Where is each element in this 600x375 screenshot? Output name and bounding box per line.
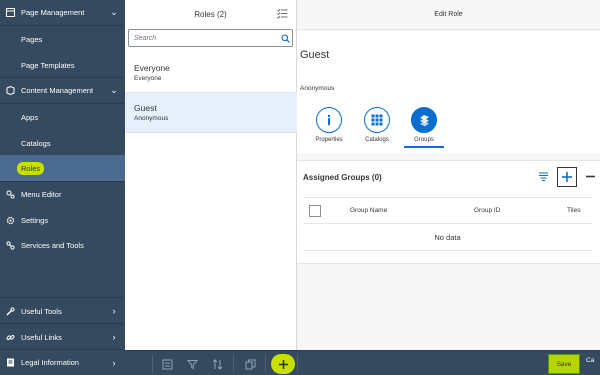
filter-icon[interactable] [184,356,200,372]
table-header: Group Name Group ID Tiles [303,197,592,224]
groups-icon [411,107,437,133]
nav-page-management[interactable]: Page Management ⌄ [0,0,125,26]
no-data-message: No data [303,224,592,251]
save-button[interactable]: Save [548,354,580,374]
assigned-groups-title: Assigned Groups (0) [303,173,382,182]
grid-icon [364,107,390,133]
chevron-right-icon[interactable]: › [109,306,119,316]
nav-useful-tools[interactable]: Useful Tools › [0,298,125,324]
object-header: Guest Anonymous Properties Catalogs Grou… [297,31,600,153]
tab-label: Properties [315,137,343,143]
nav-label: Roles [17,161,45,175]
search-field [128,29,293,47]
chevron-down-icon[interactable]: ⌄ [109,85,119,96]
gear-icon [5,215,15,225]
list-item-guest[interactable]: Guest Anonymous [125,93,297,133]
footer-toolbar: Save Ca [125,350,600,375]
list-item-title: Guest [134,103,157,113]
tab-label: Groups [414,137,434,143]
add-role-button[interactable] [271,354,295,374]
nav-label: Pages [21,34,43,44]
chevron-down-icon[interactable]: ⌄ [109,7,119,18]
chevron-right-icon[interactable]: › [109,332,119,342]
divider [152,355,153,372]
nav-label: Menu Editor [21,189,62,199]
nav-menu-editor[interactable]: Menu Editor [0,181,125,207]
tab-indicator [357,146,397,148]
list-item-description: Everyone [134,75,162,82]
link-icon [5,332,15,342]
master-header: Roles (2) [125,0,296,28]
tab-properties[interactable]: Properties [309,107,349,148]
nav-settings[interactable]: Settings [0,207,125,233]
column-group-name[interactable]: Group Name [350,207,387,214]
page-management-icon [5,8,15,18]
divider [265,355,266,372]
search-icon[interactable] [278,33,292,43]
nav-useful-links[interactable]: Useful Links › [0,324,125,350]
sort-ascending-descending-icon[interactable] [209,356,225,372]
nav-page-templates[interactable]: Page Templates [0,52,125,78]
remove-group-button[interactable] [585,171,596,184]
nav-roles[interactable]: Roles [0,155,125,181]
master-title: Roles (2) [194,9,227,19]
tab-catalogs[interactable]: Catalogs [357,107,397,148]
nav-legal-information[interactable]: Legal Information › [0,350,125,375]
nav-label: Useful Tools [21,306,62,316]
nav-apps[interactable]: Apps [0,104,125,130]
nav-label: Catalogs [21,138,51,148]
sort-icon[interactable] [538,171,549,184]
list-view-icon[interactable] [159,356,175,372]
nav-catalogs[interactable]: Catalogs [0,130,125,156]
detail-header: Edit Role [297,0,600,30]
nav-label: Useful Links [21,332,62,342]
divider [297,355,298,372]
column-group-id[interactable]: Group ID [474,207,500,214]
nav-pages[interactable]: Pages [0,26,125,52]
tab-indicator [309,146,349,148]
nav-label: Settings [21,215,49,225]
nav-content-management[interactable]: Content Management ⌄ [0,78,125,104]
nav-label: Apps [21,112,39,122]
list-item-description: Anonymous [134,115,169,122]
search-input[interactable] [129,34,278,42]
content-management-icon [5,86,15,96]
list-item-title: Everyone [134,63,170,73]
assigned-groups-panel: Assigned Groups (0) Group Name Group ID … [297,160,600,264]
nav-label: Page Management [21,8,85,17]
chevron-right-icon[interactable]: › [109,358,119,368]
tab-label: Catalogs [365,137,389,143]
role-subtitle: Anonymous [300,85,335,92]
nav-label: Page Templates [21,60,75,70]
role-title: Guest [300,49,330,61]
nav-services-and-tools[interactable]: Services and Tools [0,232,125,258]
nav-label: Legal Information [21,358,79,367]
menu-editor-icon [5,189,15,199]
nav-label: Services and Tools [21,240,84,250]
multi-select-icon[interactable] [277,8,288,21]
divider [233,355,234,372]
select-all-checkbox[interactable] [309,204,321,217]
tab-groups[interactable]: Groups [404,107,444,148]
add-group-button[interactable] [557,167,577,187]
copy-icon[interactable] [242,356,258,372]
services-icon [5,240,15,250]
column-tiles[interactable]: Tiles [567,207,580,214]
info-icon [316,107,342,133]
cancel-button[interactable]: Ca [586,357,594,364]
detail-header-title: Edit Role [434,11,463,18]
roles-master-list: Roles (2) Everyone Everyone Guest Anonym… [125,0,297,350]
legal-icon [5,358,15,368]
nav-label: Content Management [21,86,94,95]
wrench-icon [5,306,15,316]
left-navigation: Page Management ⌄ Pages Page Templates C… [0,0,125,375]
groups-table: Group Name Group ID Tiles No data [303,197,592,251]
groups-toolbar [538,167,596,187]
tab-indicator [404,146,444,148]
list-item-everyone[interactable]: Everyone Everyone [125,53,297,93]
edit-role-detail: Edit Role Guest Anonymous Properties Cat… [297,0,600,350]
